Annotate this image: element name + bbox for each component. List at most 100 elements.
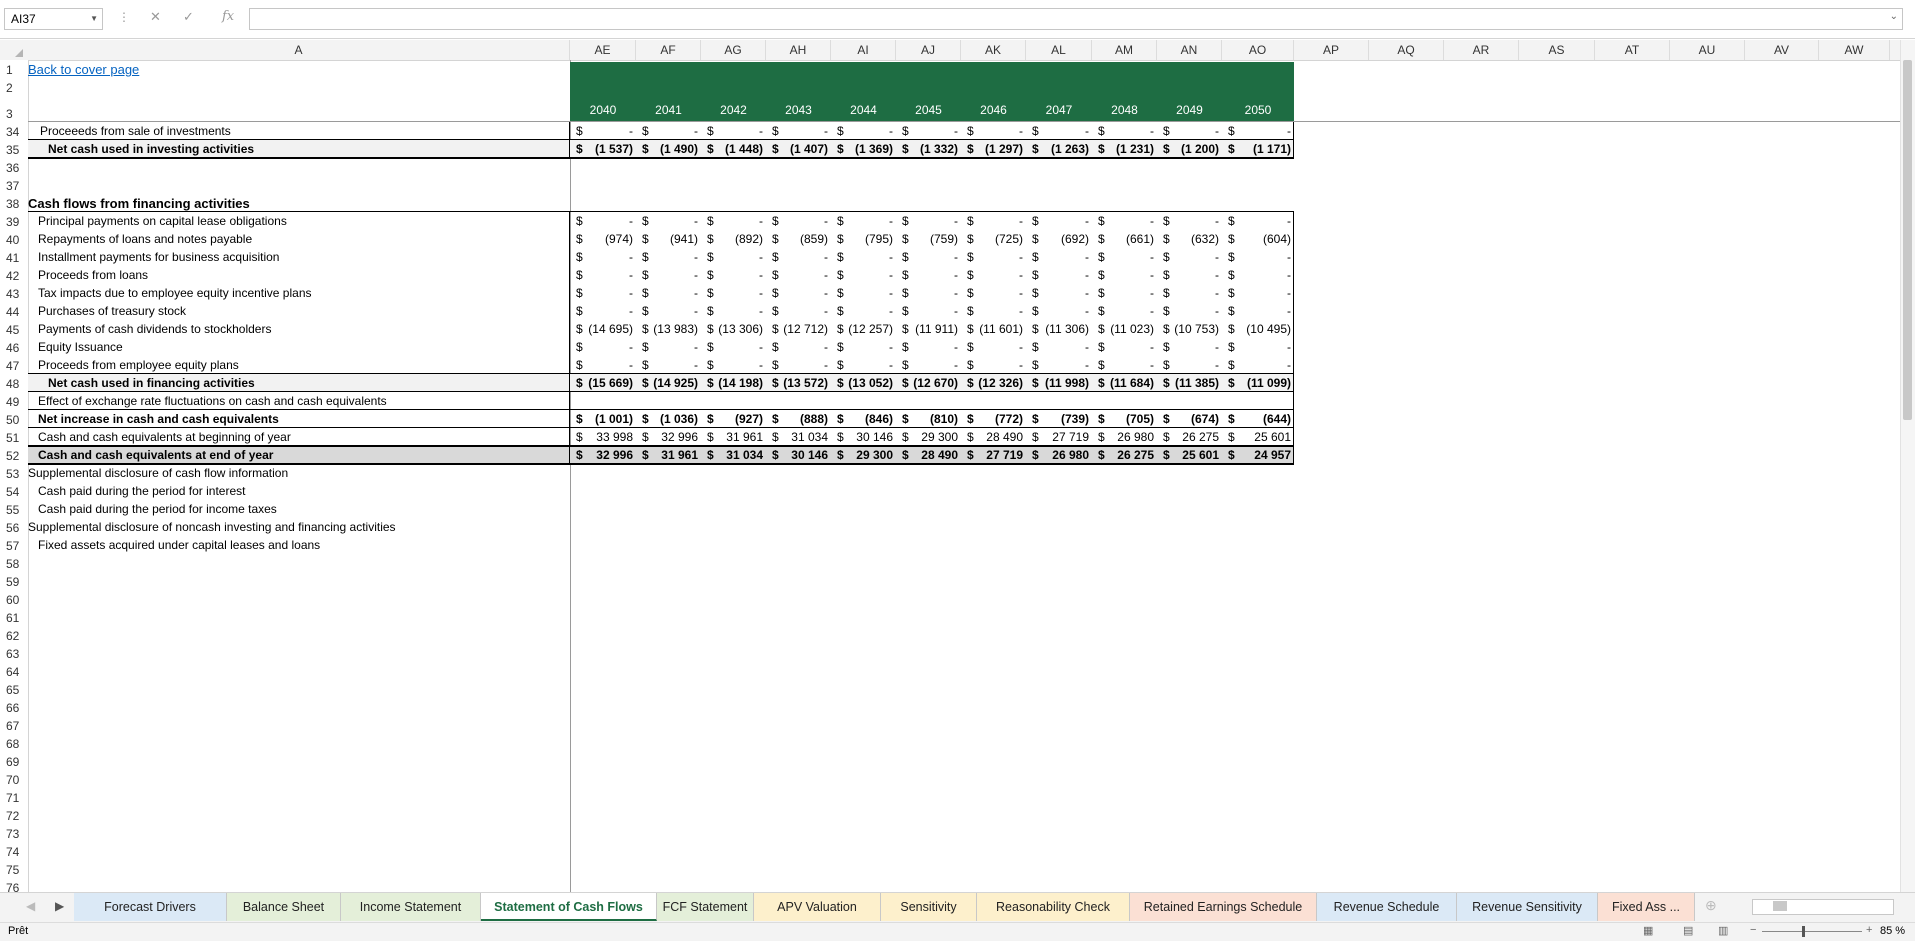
row-header-48[interactable]: 48 (0, 375, 27, 393)
tab-sensitivity[interactable]: Sensitivity (881, 893, 977, 921)
row-header-39[interactable]: 39 (0, 213, 27, 231)
row-header-57[interactable]: 57 (0, 537, 27, 555)
spreadsheet-grid[interactable]: A AE AF AG AH AI AJ AK AL AM AN AO AP AQ AR AS AT AU AV AW … (0, 40, 1915, 892)
column-header-at[interactable]: AT (1595, 40, 1670, 60)
zoom-in-icon[interactable]: + (1866, 924, 1872, 936)
row-header-75[interactable]: 75 (0, 861, 27, 879)
column-header-ap[interactable]: AP (1294, 40, 1369, 60)
row-header-37[interactable]: 37 (0, 177, 27, 195)
tab-statement-of-cash-flows[interactable]: Statement of Cash Flows (481, 893, 657, 921)
column-header-aw[interactable]: AW (1819, 40, 1890, 60)
row-header-53[interactable]: 53 (0, 465, 27, 483)
scroll-tabs-left-icon[interactable]: ◀ (26, 899, 35, 913)
page-layout-icon[interactable]: ▤ (1683, 924, 1693, 937)
column-header-aq[interactable]: AQ (1369, 40, 1444, 60)
column-header-a[interactable]: A (28, 40, 570, 60)
row-header-34[interactable]: 34 (0, 123, 27, 141)
row-header-41[interactable]: 41 (0, 249, 27, 267)
horizontal-scroll-thumb[interactable] (1773, 901, 1787, 911)
row-header-67[interactable]: 67 (0, 717, 27, 735)
row-header-68[interactable]: 68 (0, 735, 27, 753)
select-all-corner[interactable] (0, 40, 27, 60)
name-box[interactable]: AI37 ▼ (4, 8, 103, 30)
row-header-60[interactable]: 60 (0, 591, 27, 609)
tab-fcf-statement[interactable]: FCF Statement (657, 893, 754, 921)
row-header-71[interactable]: 71 (0, 789, 27, 807)
row-header-74[interactable]: 74 (0, 843, 27, 861)
back-to-cover-link[interactable]: Back to cover page (28, 62, 139, 77)
row-header-47[interactable]: 47 (0, 357, 27, 375)
tab-revenue-schedule[interactable]: Revenue Schedule (1317, 893, 1457, 921)
column-header-ao[interactable]: AO (1222, 40, 1294, 60)
row-header-73[interactable]: 73 (0, 825, 27, 843)
column-header-ak[interactable]: AK (961, 40, 1026, 60)
zoom-level[interactable]: 85 % (1880, 925, 1905, 937)
row-header-3[interactable]: 3 (0, 97, 27, 123)
row-header-38[interactable]: 38 (0, 195, 27, 213)
vertical-scrollbar[interactable] (1900, 40, 1915, 892)
expand-formula-icon[interactable]: ⌄ (1890, 11, 1898, 22)
row-header-46[interactable]: 46 (0, 339, 27, 357)
row-header-63[interactable]: 63 (0, 645, 27, 663)
row-header-44[interactable]: 44 (0, 303, 27, 321)
insert-function-icon[interactable]: fx (222, 9, 234, 24)
row-header-64[interactable]: 64 (0, 663, 27, 681)
column-header-al[interactable]: AL (1026, 40, 1092, 60)
row-header-49[interactable]: 49 (0, 393, 27, 411)
row-header-50[interactable]: 50 (0, 411, 27, 429)
row-header-43[interactable]: 43 (0, 285, 27, 303)
row-header-52[interactable]: 52 (0, 447, 27, 465)
column-header-ah[interactable]: AH (766, 40, 831, 60)
column-header-ae[interactable]: AE (570, 40, 636, 60)
chevron-down-icon[interactable]: ▼ (90, 9, 98, 29)
tab-reasonability-check[interactable]: Reasonability Check (977, 893, 1130, 921)
row-header-1[interactable]: 1 (0, 61, 27, 79)
row-header-2[interactable]: 2 (0, 79, 27, 97)
tab-fixed-ass[interactable]: Fixed Ass ... (1598, 893, 1695, 921)
row-header-56[interactable]: 56 (0, 519, 27, 537)
row-header-58[interactable]: 58 (0, 555, 27, 573)
page-break-icon[interactable]: ▥ (1718, 924, 1728, 937)
column-header-ai[interactable]: AI (831, 40, 896, 60)
column-header-aj[interactable]: AJ (896, 40, 961, 60)
row-header-45[interactable]: 45 (0, 321, 27, 339)
confirm-icon[interactable]: ✓ (183, 9, 194, 25)
formula-input[interactable]: ⌄ (249, 8, 1903, 30)
tab-income-statement[interactable]: Income Statement (341, 893, 481, 921)
column-header-an[interactable]: AN (1157, 40, 1222, 60)
tab-balance-sheet[interactable]: Balance Sheet (227, 893, 341, 921)
zoom-out-icon[interactable]: − (1750, 924, 1756, 936)
scroll-tabs-right-icon[interactable]: ▶ (55, 899, 64, 913)
row-header-70[interactable]: 70 (0, 771, 27, 789)
row-header-61[interactable]: 61 (0, 609, 27, 627)
column-header-ag[interactable]: AG (701, 40, 766, 60)
row-header-59[interactable]: 59 (0, 573, 27, 591)
new-sheet-icon[interactable]: ⊕ (1705, 897, 1717, 914)
column-header-as[interactable]: AS (1519, 40, 1595, 60)
row-header-35[interactable]: 35 (0, 141, 27, 159)
zoom-slider-handle[interactable] (1802, 926, 1805, 937)
column-header-au[interactable]: AU (1670, 40, 1745, 60)
horizontal-scrollbar[interactable] (1752, 899, 1894, 915)
tab-retained-earnings-schedule[interactable]: Retained Earnings Schedule (1130, 893, 1317, 921)
column-header-ar[interactable]: AR (1444, 40, 1519, 60)
row-header-54[interactable]: 54 (0, 483, 27, 501)
column-header-av[interactable]: AV (1745, 40, 1819, 60)
row-header-42[interactable]: 42 (0, 267, 27, 285)
tab-revenue-sensitivity[interactable]: Revenue Sensitivity (1457, 893, 1598, 921)
row-header-55[interactable]: 55 (0, 501, 27, 519)
row-header-69[interactable]: 69 (0, 753, 27, 771)
column-header-af[interactable]: AF (636, 40, 701, 60)
scroll-thumb[interactable] (1903, 60, 1912, 420)
cancel-icon[interactable]: ✕ (150, 9, 161, 25)
row-header-72[interactable]: 72 (0, 807, 27, 825)
row-header-65[interactable]: 65 (0, 681, 27, 699)
tab-apv-valuation[interactable]: APV Valuation (754, 893, 881, 921)
row-header-51[interactable]: 51 (0, 429, 27, 447)
row-header-62[interactable]: 62 (0, 627, 27, 645)
row-header-66[interactable]: 66 (0, 699, 27, 717)
row-header-76[interactable]: 76 (0, 879, 27, 892)
row-header-36[interactable]: 36 (0, 159, 27, 177)
zoom-slider[interactable] (1762, 926, 1862, 937)
normal-view-icon[interactable]: ▦ (1643, 924, 1653, 937)
